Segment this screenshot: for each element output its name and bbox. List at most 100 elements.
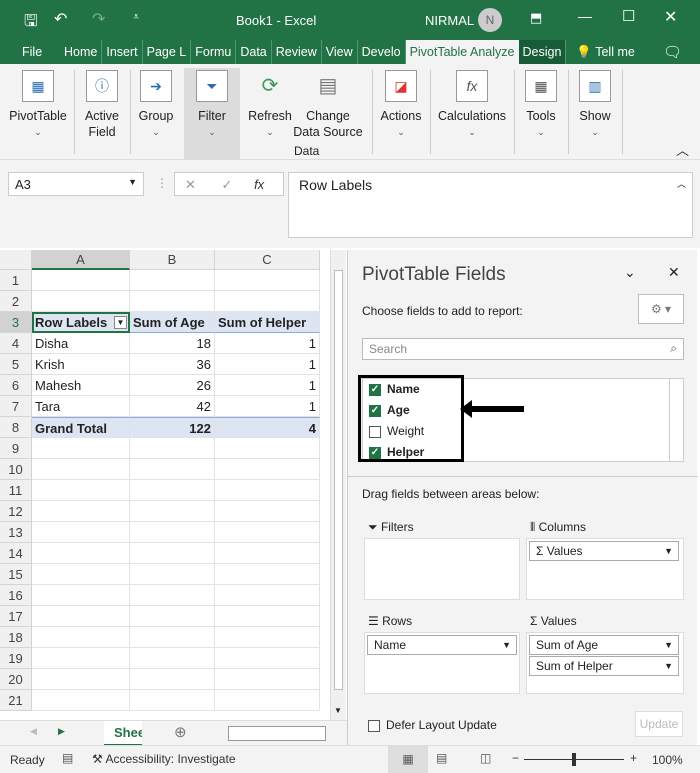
filters-area[interactable] bbox=[364, 538, 520, 600]
cell[interactable] bbox=[215, 606, 320, 627]
cell[interactable] bbox=[215, 690, 320, 711]
grand-total-cell[interactable]: Grand Total bbox=[32, 417, 130, 438]
row-header[interactable]: 7 bbox=[0, 396, 32, 417]
cell[interactable] bbox=[215, 627, 320, 648]
save-icon[interactable]: 🖫 bbox=[24, 10, 38, 37]
cell[interactable] bbox=[32, 585, 130, 606]
cell[interactable] bbox=[32, 669, 130, 690]
row-header[interactable]: 21 bbox=[0, 690, 32, 711]
column-header[interactable]: A bbox=[32, 250, 130, 270]
cell[interactable] bbox=[215, 501, 320, 522]
cell[interactable] bbox=[130, 438, 215, 459]
values-item[interactable]: Sum of Age ▼ bbox=[529, 635, 679, 655]
row-header[interactable]: 13 bbox=[0, 522, 32, 543]
macro-icon[interactable]: ▤ bbox=[62, 751, 73, 765]
row-header[interactable]: 5 bbox=[0, 354, 32, 375]
select-all[interactable] bbox=[0, 250, 32, 270]
cell[interactable] bbox=[32, 543, 130, 564]
cell[interactable] bbox=[215, 291, 320, 312]
columns-area[interactable]: Σ Values ▼ bbox=[526, 538, 684, 600]
cell[interactable] bbox=[215, 669, 320, 690]
cell[interactable] bbox=[32, 522, 130, 543]
columns-item[interactable]: Σ Values ▼ bbox=[529, 541, 679, 561]
column-header[interactable]: B bbox=[130, 250, 215, 270]
cell[interactable] bbox=[130, 648, 215, 669]
search-input[interactable]: Search ⌕ bbox=[362, 338, 684, 360]
tell-me[interactable]: 💡 Tell me bbox=[566, 40, 638, 64]
row-header[interactable]: 10 bbox=[0, 459, 32, 480]
pivot-header-cell[interactable]: Sum of Helper bbox=[215, 312, 320, 333]
cell[interactable] bbox=[32, 459, 130, 480]
tab-page-layout[interactable]: Page L bbox=[143, 40, 192, 64]
tab-developer[interactable]: Develo bbox=[358, 40, 406, 64]
values-area[interactable]: Sum of Age ▼ Sum of Helper ▼ bbox=[526, 632, 684, 694]
user-name[interactable]: NIRMAL bbox=[425, 13, 474, 28]
row-header[interactable]: 2 bbox=[0, 291, 32, 312]
cell[interactable] bbox=[32, 501, 130, 522]
enter-icon[interactable]: ✓ bbox=[222, 177, 233, 192]
minimize-icon[interactable]: — bbox=[578, 8, 592, 24]
defer-layout-checkbox[interactable]: Defer Layout Update bbox=[368, 718, 497, 732]
zoom-out-icon[interactable]: − bbox=[512, 751, 519, 765]
rows-item[interactable]: Name ▼ bbox=[367, 635, 517, 655]
pivot-data-cell[interactable]: Mahesh bbox=[32, 375, 130, 396]
cell[interactable] bbox=[32, 648, 130, 669]
cell[interactable] bbox=[215, 459, 320, 480]
cell[interactable] bbox=[32, 606, 130, 627]
cell[interactable] bbox=[215, 438, 320, 459]
row-header[interactable]: 16 bbox=[0, 585, 32, 606]
pivot-data-cell[interactable]: 1 bbox=[215, 333, 320, 354]
pivottable-button[interactable]: ▦ PivotTable ⌄ bbox=[8, 70, 68, 140]
cell[interactable] bbox=[130, 522, 215, 543]
grand-total-cell[interactable]: 122 bbox=[130, 417, 215, 438]
pivot-data-cell[interactable]: 1 bbox=[215, 396, 320, 417]
cell[interactable] bbox=[215, 522, 320, 543]
cell[interactable] bbox=[130, 690, 215, 711]
row-header[interactable]: 8 bbox=[0, 417, 32, 438]
zoom-in-icon[interactable]: + bbox=[630, 751, 637, 765]
row-header[interactable]: 20 bbox=[0, 669, 32, 690]
close-pane-icon[interactable]: ✕ bbox=[668, 264, 680, 281]
row-header[interactable]: 17 bbox=[0, 606, 32, 627]
undo-icon[interactable]: ↶ bbox=[54, 9, 67, 29]
name-box[interactable]: A3 ▼ bbox=[8, 172, 144, 196]
cancel-icon[interactable]: ✕ bbox=[185, 177, 196, 192]
pivot-data-cell[interactable]: 1 bbox=[215, 375, 320, 396]
avatar[interactable]: N bbox=[478, 8, 502, 32]
accessibility-status[interactable]: ⚒ Accessibility: Investigate bbox=[92, 752, 236, 766]
cell[interactable] bbox=[130, 270, 215, 291]
cell[interactable] bbox=[215, 270, 320, 291]
cell[interactable] bbox=[32, 438, 130, 459]
cell[interactable] bbox=[130, 564, 215, 585]
active-field-button[interactable]: ⓘ Active Field bbox=[78, 70, 126, 140]
normal-view-icon[interactable]: ▦ bbox=[388, 746, 428, 773]
sheet-tab[interactable]: Shee ... bbox=[104, 721, 142, 746]
refresh-button[interactable]: ⟳ Refresh ⌄ bbox=[248, 70, 292, 140]
row-header[interactable]: 12 bbox=[0, 501, 32, 522]
cell[interactable] bbox=[130, 291, 215, 312]
filter-button[interactable]: ⏷ Filter ⌄ bbox=[184, 68, 240, 160]
formula-input[interactable]: Row Labels ︿ bbox=[288, 172, 693, 238]
pane-options-icon[interactable]: ⌄ bbox=[624, 264, 636, 281]
cell[interactable] bbox=[215, 648, 320, 669]
cell[interactable] bbox=[32, 480, 130, 501]
maximize-icon[interactable]: ☐ bbox=[622, 7, 635, 25]
show-button[interactable]: ▥ Show ⌄ bbox=[572, 70, 618, 140]
row-header[interactable]: 6 bbox=[0, 375, 32, 396]
pivot-header-cell[interactable]: Sum of Age bbox=[130, 312, 215, 333]
spreadsheet-grid[interactable]: A B C 1 2 3 Row Labels ▼ Sum of Age Sum of Helper… bbox=[0, 250, 330, 720]
cell[interactable] bbox=[215, 585, 320, 606]
row-header[interactable]: 4 bbox=[0, 333, 32, 354]
settings-button[interactable]: ⚙ ▾ bbox=[638, 294, 684, 324]
tab-file[interactable]: File bbox=[0, 40, 60, 64]
cell[interactable] bbox=[32, 690, 130, 711]
close-icon[interactable]: ✕ bbox=[664, 7, 677, 27]
pivot-data-cell[interactable]: Tara bbox=[32, 396, 130, 417]
tab-design[interactable]: Design bbox=[518, 40, 567, 64]
pivot-data-cell[interactable]: 26 bbox=[130, 375, 215, 396]
redo-icon[interactable]: ↷ bbox=[92, 9, 105, 29]
row-header[interactable]: 11 bbox=[0, 480, 32, 501]
column-header[interactable]: C bbox=[215, 250, 320, 270]
row-header[interactable]: 19 bbox=[0, 648, 32, 669]
pivot-data-cell[interactable]: 42 bbox=[130, 396, 215, 417]
